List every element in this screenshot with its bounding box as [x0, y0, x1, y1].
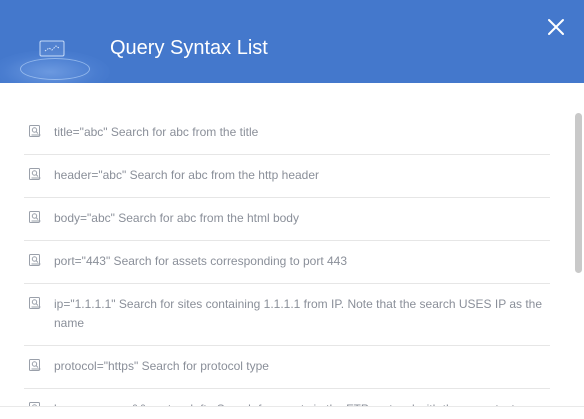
header-ring-decoration — [20, 58, 90, 80]
chart-emblem-icon — [39, 40, 65, 57]
syntax-item-text: ip="1.1.1.1" Search for sites containing… — [54, 297, 543, 330]
syntax-list-item[interactable]: ip="1.1.1.1" Search for sites containing… — [24, 284, 550, 346]
syntax-item-text: header="abc" Search for abc from the htt… — [54, 168, 320, 182]
document-search-icon — [29, 125, 41, 137]
syntax-item-text: port="443" Search for assets correspondi… — [54, 254, 348, 268]
query-syntax-dialog: Query Syntax List title="abc" Search for… — [0, 0, 584, 419]
syntax-list-item[interactable]: port="443" Search for assets correspondi… — [24, 241, 550, 284]
syntax-item-text: protocol="https" Search for protocol typ… — [54, 359, 269, 373]
dialog-bottom-divider — [0, 406, 584, 407]
document-search-icon — [29, 211, 41, 223]
syntax-item-text: title="abc" Search for abc from the titl… — [54, 125, 259, 139]
document-search-icon — [29, 168, 41, 180]
syntax-item-text: body="abc" Search for abc from the html … — [54, 211, 299, 225]
document-search-icon — [29, 359, 41, 371]
dialog-title: Query Syntax List — [110, 37, 268, 59]
syntax-list: title="abc" Search for abc from the titl… — [24, 112, 550, 419]
syntax-list-item[interactable]: header="abc" Search for abc from the htt… — [24, 155, 550, 198]
syntax-list-item[interactable]: body="abc" Search for abc from the html … — [24, 198, 550, 241]
close-icon[interactable] — [544, 15, 568, 39]
document-search-icon — [29, 297, 41, 309]
syntax-list-item[interactable]: title="abc" Search for abc from the titl… — [24, 112, 550, 155]
syntax-list-item[interactable]: protocol="https" Search for protocol typ… — [24, 346, 550, 389]
dialog-header: Query Syntax List — [0, 0, 584, 83]
scrollbar-thumb[interactable] — [575, 113, 582, 273]
dialog-bottom-edge — [0, 406, 584, 419]
document-search-icon — [29, 254, 41, 266]
